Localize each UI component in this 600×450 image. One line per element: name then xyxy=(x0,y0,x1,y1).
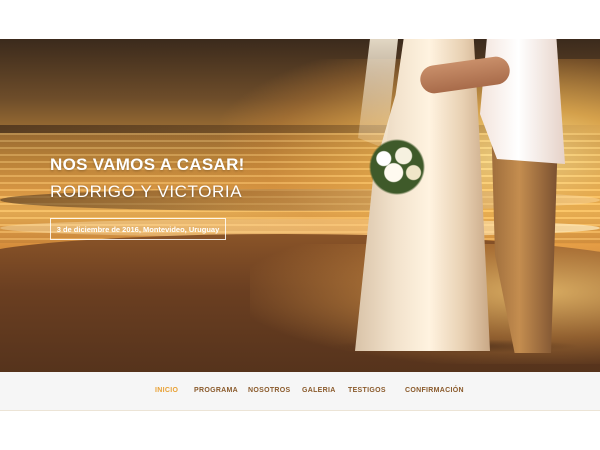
nav-item-inicio[interactable]: INICIO xyxy=(155,387,178,394)
nav-item-confirmacion[interactable]: CONFIRMACIÓN xyxy=(405,387,464,394)
hero-banner: NOS VAMOS A CASAR! RODRIGO Y VICTORIA 3 … xyxy=(0,39,600,372)
top-whitespace xyxy=(0,0,600,39)
main-navigation: INICIO PROGRAMA NOSOTROS GALERIA TESTIGO… xyxy=(0,372,600,411)
bouquet xyxy=(364,139,430,195)
nav-item-programa[interactable]: PROGRAMA xyxy=(194,387,238,394)
date-location-badge: 3 de diciembre de 2016, Montevideo, Urug… xyxy=(50,218,226,240)
nav-item-testigos[interactable]: TESTIGOS xyxy=(348,387,386,394)
hero-subtitle: RODRIGO Y VICTORIA xyxy=(50,182,243,201)
nav-item-galeria[interactable]: GALERIA xyxy=(302,387,336,394)
nav-item-nosotros[interactable]: NOSOTROS xyxy=(248,387,290,394)
hero-title: NOS VAMOS A CASAR! xyxy=(50,155,245,174)
content-area xyxy=(0,411,600,450)
